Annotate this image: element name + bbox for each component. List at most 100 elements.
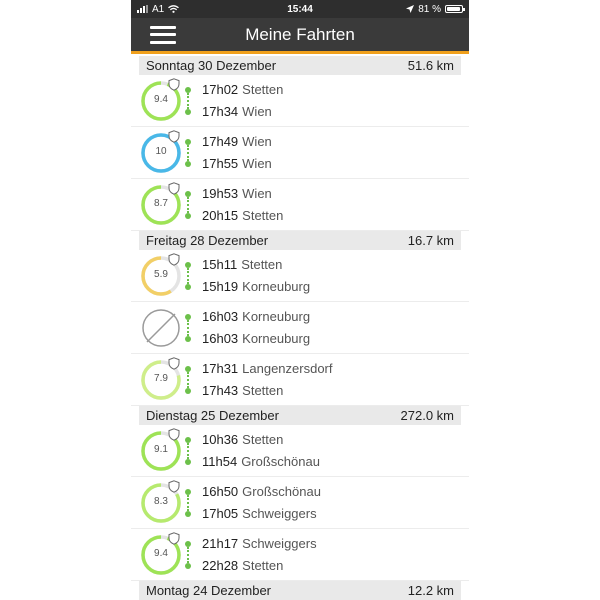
- end-place: Stetten: [242, 208, 284, 223]
- trip-row[interactable]: 9.1 10h36 Stetten 11h54 Großschönau: [131, 425, 469, 477]
- start-time: 15h11: [202, 257, 238, 272]
- trip-row[interactable]: 9.4 17h02 Stetten 17h34 Wien: [131, 75, 469, 127]
- route-timeline: [185, 127, 191, 179]
- route-line: [187, 197, 189, 213]
- phone-screen: A1 15:44 81 % Meine Fahrten Sonntag 30 D…: [131, 0, 469, 600]
- trip-start: 16h03 Korneuburg: [202, 310, 310, 324]
- trip-stops: 10h36 Stetten 11h54 Großschönau: [202, 425, 320, 477]
- trip-end: 16h03 Korneuburg: [202, 332, 310, 346]
- end-time: 16h03: [202, 331, 239, 346]
- end-time: 11h54: [202, 454, 238, 469]
- start-time: 17h31: [202, 361, 239, 376]
- start-place: Wien: [242, 134, 272, 149]
- trip-start: 17h02 Stetten: [202, 83, 283, 97]
- end-place: Schweiggers: [242, 506, 317, 521]
- start-place: Korneuburg: [242, 309, 311, 324]
- trip-score: 9.4: [154, 93, 168, 105]
- day-distance: 16.7 km: [407, 233, 454, 248]
- route-timeline: [185, 354, 191, 406]
- day-header: Montag 24 Dezember 12.2 km: [139, 581, 461, 600]
- route-timeline: [185, 302, 191, 354]
- trip-stops: 15h11 Stetten 15h19 Korneuburg: [202, 250, 310, 302]
- start-time: 21h17: [202, 536, 239, 551]
- trip-row[interactable]: 10 17h49 Wien 17h55 Wien: [131, 127, 469, 179]
- end-time: 15h19: [202, 279, 239, 294]
- app-header: Meine Fahrten: [131, 18, 469, 54]
- end-place: Korneuburg: [242, 331, 311, 346]
- start-time: 17h49: [202, 134, 239, 149]
- end-dot-icon: [185, 388, 191, 394]
- end-time: 22h28: [202, 558, 239, 573]
- trip-stops: 21h17 Schweiggers 22h28 Stetten: [202, 529, 317, 581]
- route-timeline: [185, 250, 191, 302]
- start-place: Stetten: [242, 432, 284, 447]
- trip-end: 11h54 Großschönau: [202, 455, 320, 469]
- location-arrow-icon: [406, 5, 415, 13]
- trip-score: 7.9: [154, 372, 168, 384]
- start-time: 10h36: [202, 432, 239, 447]
- start-place: Großschönau: [242, 484, 321, 499]
- trip-start: 21h17 Schweiggers: [202, 537, 317, 551]
- route-line: [187, 320, 189, 336]
- start-place: Wien: [242, 186, 272, 201]
- trip-row[interactable]: 8.3 16h50 Großschönau 17h05 Schweiggers: [131, 477, 469, 529]
- trip-end: 17h55 Wien: [202, 157, 272, 171]
- end-place: Wien: [242, 104, 272, 119]
- route-line: [187, 93, 189, 109]
- trip-end: 20h15 Stetten: [202, 209, 283, 223]
- trip-score: 5.9: [154, 268, 168, 280]
- shield-icon: [168, 182, 180, 195]
- trip-score: 10: [155, 145, 167, 157]
- start-time: 17h02: [202, 82, 239, 97]
- trip-row[interactable]: 5.9 15h11 Stetten 15h19 Korneuburg: [131, 250, 469, 302]
- battery-percent: 81 %: [418, 3, 441, 15]
- end-time: 20h15: [202, 208, 239, 223]
- end-dot-icon: [185, 213, 191, 219]
- trip-start: 17h49 Wien: [202, 135, 272, 149]
- end-place: Korneuburg: [242, 279, 311, 294]
- end-dot-icon: [185, 336, 191, 342]
- end-time: 17h34: [202, 104, 239, 119]
- trip-row[interactable]: 7.9 17h31 Langenzersdorf 17h43 Stetten: [131, 354, 469, 406]
- end-place: Stetten: [242, 383, 284, 398]
- start-time: 19h53: [202, 186, 239, 201]
- trip-score: 9.4: [154, 547, 168, 559]
- trip-start: 19h53 Wien: [202, 187, 283, 201]
- route-line: [187, 268, 189, 284]
- day-label: Sonntag 30 Dezember: [146, 58, 277, 73]
- trip-stops: 17h31 Langenzersdorf 17h43 Stetten: [202, 354, 333, 406]
- trip-start: 10h36 Stetten: [202, 433, 320, 447]
- route-timeline: [185, 425, 191, 477]
- wifi-icon: [168, 5, 180, 13]
- end-place: Wien: [242, 156, 272, 171]
- trip-start: 15h11 Stetten: [202, 258, 310, 272]
- day-label: Montag 24 Dezember: [146, 583, 272, 598]
- start-time: 16h50: [202, 484, 239, 499]
- start-place: Langenzersdorf: [242, 361, 333, 376]
- no-score-icon: [142, 308, 180, 347]
- trip-start: 16h50 Großschönau: [202, 485, 321, 499]
- end-dot-icon: [185, 459, 191, 465]
- trip-row[interactable]: 8.7 19h53 Wien 20h15 Stetten: [131, 179, 469, 231]
- shield-icon: [168, 357, 180, 370]
- trip-list[interactable]: Sonntag 30 Dezember 51.6 km 9.4 17h02 Stette…: [131, 54, 469, 600]
- score-gauge: [139, 306, 183, 350]
- carrier-label: A1: [152, 3, 165, 15]
- day-label: Freitag 28 Dezember: [146, 233, 269, 248]
- trip-end: 17h05 Schweiggers: [202, 507, 321, 521]
- status-bar: A1 15:44 81 %: [131, 0, 469, 18]
- route-timeline: [185, 179, 191, 231]
- end-place: Großschönau: [241, 454, 320, 469]
- end-time: 17h05: [202, 506, 239, 521]
- shield-icon: [168, 480, 180, 493]
- trip-row[interactable]: 16h03 Korneuburg 16h03 Korneuburg: [131, 302, 469, 354]
- route-timeline: [185, 477, 191, 529]
- trip-row[interactable]: 9.4 21h17 Schweiggers 22h28 Stetten: [131, 529, 469, 581]
- shield-icon: [168, 130, 180, 143]
- trip-stops: 16h03 Korneuburg 16h03 Korneuburg: [202, 302, 310, 354]
- trip-score: 8.7: [154, 197, 168, 209]
- shield-icon: [168, 428, 180, 441]
- menu-icon[interactable]: [150, 25, 176, 44]
- start-place: Stetten: [241, 257, 283, 272]
- trip-score: 8.3: [154, 495, 168, 507]
